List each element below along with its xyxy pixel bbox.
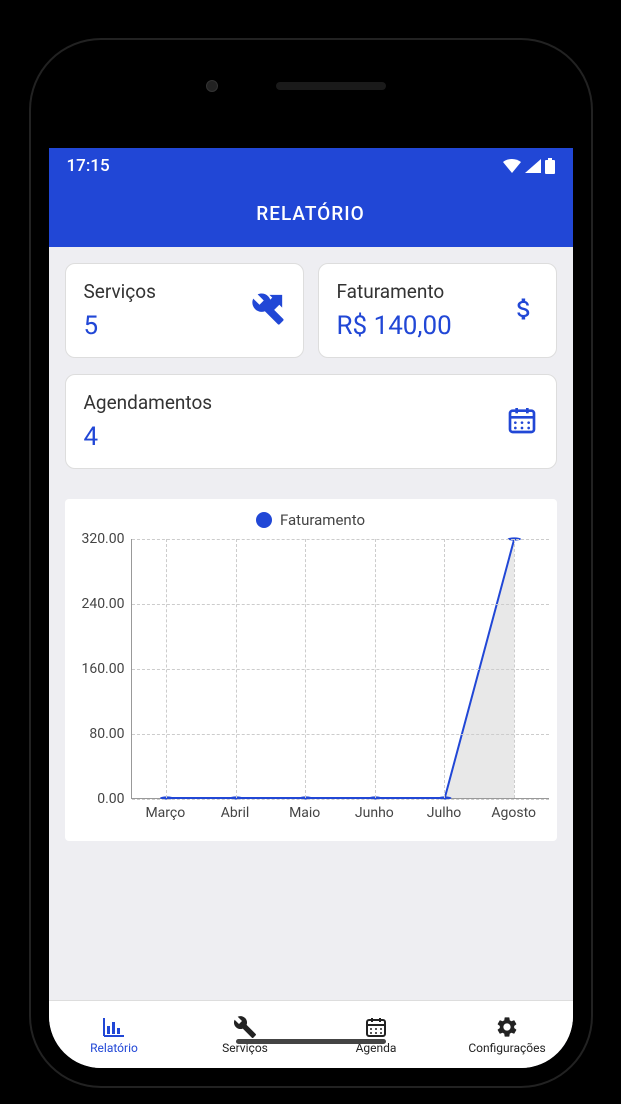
x-tick-label: Junho — [340, 805, 410, 821]
x-tick-label: Agosto — [479, 805, 549, 821]
appointments-card[interactable]: Agendamentos 4 — [65, 374, 557, 469]
battery-icon — [545, 158, 555, 174]
calendar-icon — [364, 1015, 388, 1039]
y-axis: 0.0080.00160.00240.00320.00 — [73, 539, 131, 799]
plot-region — [131, 539, 549, 799]
appointments-title: Agendamentos — [84, 391, 538, 414]
phone-frame: 17:15 RELATÓRIO Serviços 5 — [31, 40, 591, 1086]
status-time: 17:15 — [67, 156, 110, 176]
y-tick-label: 320.00 — [81, 531, 124, 547]
y-tick-label: 160.00 — [81, 661, 124, 677]
app-screen: 17:15 RELATÓRIO Serviços 5 — [49, 148, 573, 1068]
y-tick-label: 240.00 — [81, 596, 124, 612]
tools-icon — [251, 292, 285, 330]
legend-dot-icon — [256, 512, 272, 528]
app-header: RELATÓRIO — [49, 184, 573, 247]
chart-legend: Faturamento — [73, 511, 549, 529]
home-indicator[interactable] — [236, 1039, 386, 1044]
tools-icon — [233, 1015, 257, 1039]
legend-label: Faturamento — [280, 511, 365, 529]
nav-label: Configurações — [468, 1041, 545, 1055]
y-tick-label: 0.00 — [97, 791, 124, 807]
services-card[interactable]: Serviços 5 — [65, 263, 304, 358]
bar-chart-icon — [102, 1015, 126, 1039]
x-tick-label: Julho — [409, 805, 479, 821]
revenue-title: Faturamento — [337, 280, 538, 303]
revenue-value: R$ 140,00 — [337, 311, 538, 341]
signal-icon — [525, 159, 541, 173]
x-tick-label: Abril — [200, 805, 270, 821]
nav-servicos[interactable]: Serviços — [180, 1001, 311, 1068]
status-bar: 17:15 — [49, 148, 573, 184]
page-title: RELATÓRIO — [256, 202, 364, 225]
nav-label: Relatório — [90, 1041, 138, 1055]
phone-speaker — [236, 80, 386, 92]
gear-icon — [495, 1015, 519, 1039]
chart-plot-area: 0.0080.00160.00240.00320.00 — [73, 539, 549, 799]
revenue-card[interactable]: Faturamento R$ 140,00 — [318, 263, 557, 358]
status-icons — [503, 158, 555, 174]
calendar-icon — [506, 404, 538, 440]
x-tick-label: Março — [131, 805, 201, 821]
dollar-icon — [510, 295, 538, 327]
appointments-value: 4 — [84, 422, 538, 452]
x-tick-label: Maio — [270, 805, 340, 821]
bottom-nav: Relatório Serviços Agenda — [49, 1000, 573, 1068]
nav-agenda[interactable]: Agenda — [311, 1001, 442, 1068]
nav-configuracoes[interactable]: Configurações — [442, 1001, 573, 1068]
wifi-icon — [503, 159, 521, 173]
chart-card: Faturamento 0.0080.00160.00240.00320.00 … — [65, 499, 557, 841]
x-axis: MarçoAbrilMaioJunhoJulhoAgosto — [131, 805, 549, 821]
nav-relatorio[interactable]: Relatório — [49, 1001, 180, 1068]
content-area: Serviços 5 Faturamento R$ 140,00 — [49, 247, 573, 1000]
y-tick-label: 80.00 — [89, 726, 124, 742]
